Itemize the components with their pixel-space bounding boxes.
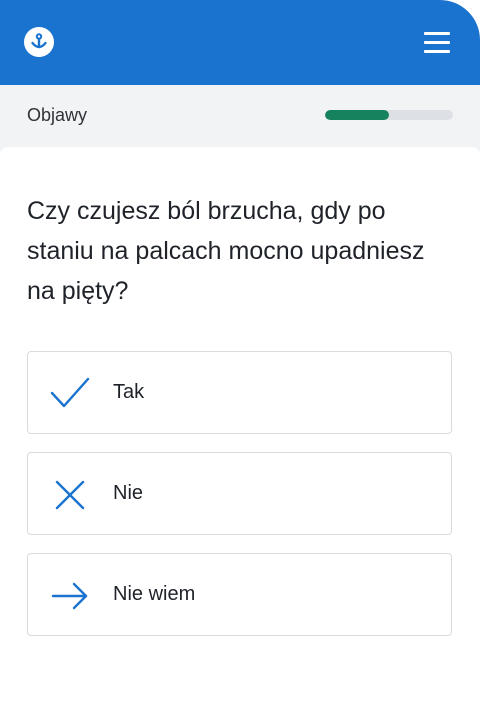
hamburger-menu-icon[interactable] <box>418 29 458 59</box>
progress-bar <box>325 110 453 120</box>
answer-option-dont-know[interactable]: Nie wiem <box>27 553 452 636</box>
menu-line <box>424 50 450 53</box>
lifebuoy-logo-icon[interactable] <box>24 27 54 57</box>
answer-option-no[interactable]: Nie <box>27 452 452 535</box>
app-header <box>0 0 480 85</box>
answer-option-yes[interactable]: Tak <box>27 351 452 434</box>
check-icon <box>50 377 90 408</box>
answer-option-label: Tak <box>113 381 145 403</box>
arrow-right-icon <box>51 582 88 610</box>
app-screen: Objawy Czy czujesz ból brzucha, gdy po s… <box>0 0 480 718</box>
answer-option-label: Nie <box>113 482 144 504</box>
answer-option-label: Nie wiem <box>113 583 196 605</box>
close-x-icon <box>55 480 85 510</box>
section-label: Objawy <box>27 105 88 125</box>
question-text: Czy czujesz ból brzucha, gdy po staniu n… <box>27 197 425 305</box>
menu-line <box>424 32 450 35</box>
menu-line <box>424 41 450 44</box>
progress-bar-fill <box>325 110 389 120</box>
